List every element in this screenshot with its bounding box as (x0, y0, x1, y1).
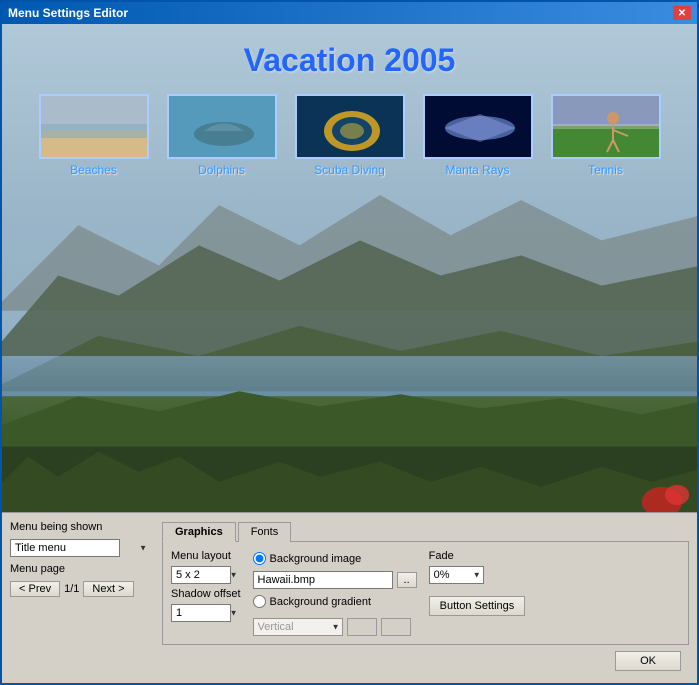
right-panel: Graphics Fonts Menu layout 5 x 2 (162, 521, 689, 645)
shadow-offset-select[interactable]: 1 0 2 3 (171, 604, 231, 622)
page-indicator: 1/1 (64, 583, 79, 595)
fade-row: 0% 10% 25% 50% (429, 566, 526, 584)
fade-wrapper[interactable]: 0% 10% 25% 50% (429, 566, 484, 584)
tab-bar: Graphics Fonts (162, 521, 689, 542)
close-button[interactable]: ✕ (673, 6, 691, 20)
shadow-offset-label: Shadow offset (171, 588, 241, 600)
gradient-row: Vertical Horizontal (253, 618, 417, 636)
thumbnails-row: Beaches Dolphins (2, 94, 697, 177)
tab-fonts[interactable]: Fonts (238, 522, 292, 542)
thumb-tennis[interactable]: Tennis (551, 94, 661, 177)
thumb-img-scuba (295, 94, 405, 159)
gradient-color-swatch-2[interactable] (381, 618, 411, 636)
button-settings-button[interactable]: Button Settings (429, 596, 526, 616)
next-button[interactable]: Next > (83, 581, 133, 597)
thumb-label-scuba: Scuba Diving (314, 163, 385, 177)
browse-button[interactable]: .. (397, 572, 417, 588)
bg-gradient-label: Background gradient (270, 596, 372, 608)
fade-label: Fade (429, 550, 526, 562)
thumb-manta[interactable]: Manta Rays (423, 94, 533, 177)
thumb-dolphins[interactable]: Dolphins (167, 94, 277, 177)
thumb-label-dolphins: Dolphins (198, 163, 245, 177)
ok-row: OK (10, 645, 689, 675)
bg-gradient-radio[interactable] (253, 595, 266, 608)
bg-image-radio[interactable] (253, 552, 266, 565)
tab-content-graphics: Menu layout 5 x 2 4 x 3 3 x 3 Shadow off… (162, 542, 689, 645)
menu-being-shown-select[interactable]: Title menu Chapter menu Special Features (10, 539, 120, 557)
main-window: Menu Settings Editor ✕ (0, 0, 699, 685)
gradient-direction-select[interactable]: Vertical Horizontal (253, 618, 343, 636)
preview-area: Vacation 2005 Beaches (2, 24, 697, 512)
window-title: Menu Settings Editor (8, 6, 128, 20)
thumb-img-beaches (39, 94, 149, 159)
radio-group: Background image .. Background gradient (253, 552, 417, 636)
prev-button[interactable]: < Prev (10, 581, 60, 597)
bg-image-file-row: .. (253, 571, 417, 589)
tab-graphics[interactable]: Graphics (162, 522, 236, 542)
thumb-img-manta (423, 94, 533, 159)
bg-image-input[interactable] (253, 571, 393, 589)
menu-being-shown-label: Menu being shown (10, 521, 150, 533)
gradient-direction-wrapper[interactable]: Vertical Horizontal (253, 618, 343, 636)
bg-gradient-radio-row: Background gradient (253, 595, 417, 608)
thumb-label-tennis: Tennis (588, 163, 623, 177)
thumb-beaches[interactable]: Beaches (39, 94, 149, 177)
bg-image-radio-row: Background image (253, 552, 417, 565)
bg-group: Background image .. Background gradient (253, 550, 417, 636)
menu-layout-label: Menu layout (171, 550, 241, 562)
graphics-form-row: Menu layout 5 x 2 4 x 3 3 x 3 Shadow off… (171, 550, 680, 636)
layout-group: Menu layout 5 x 2 4 x 3 3 x 3 Shadow off… (171, 550, 241, 622)
left-controls: Menu being shown Title menu Chapter menu… (10, 521, 150, 645)
fade-select[interactable]: 0% 10% 25% 50% (429, 566, 484, 584)
thumb-scuba[interactable]: Scuba Diving (295, 94, 405, 177)
preview-title: Vacation 2005 (2, 42, 697, 79)
thumb-img-tennis (551, 94, 661, 159)
title-bar: Menu Settings Editor ✕ (2, 2, 697, 24)
thumb-label-manta: Manta Rays (445, 163, 509, 177)
thumb-label-beaches: Beaches (70, 163, 117, 177)
bottom-top-row: Menu being shown Title menu Chapter menu… (10, 521, 689, 645)
ok-button[interactable]: OK (615, 651, 681, 671)
gradient-color-swatch-1[interactable] (347, 618, 377, 636)
menu-layout-wrapper[interactable]: 5 x 2 4 x 3 3 x 3 (171, 566, 241, 584)
menu-being-shown-wrapper[interactable]: Title menu Chapter menu Special Features (10, 539, 150, 557)
menu-layout-select[interactable]: 5 x 2 4 x 3 3 x 3 (171, 566, 231, 584)
page-nav: < Prev 1/1 Next > (10, 581, 150, 597)
thumb-img-dolphins (167, 94, 277, 159)
menu-page-label: Menu page (10, 563, 150, 575)
bg-image-label: Background image (270, 553, 362, 565)
bottom-panel: Menu being shown Title menu Chapter menu… (2, 512, 697, 683)
fade-group: Fade 0% 10% 25% 50% (429, 550, 526, 616)
shadow-offset-wrapper[interactable]: 1 0 2 3 (171, 604, 241, 622)
